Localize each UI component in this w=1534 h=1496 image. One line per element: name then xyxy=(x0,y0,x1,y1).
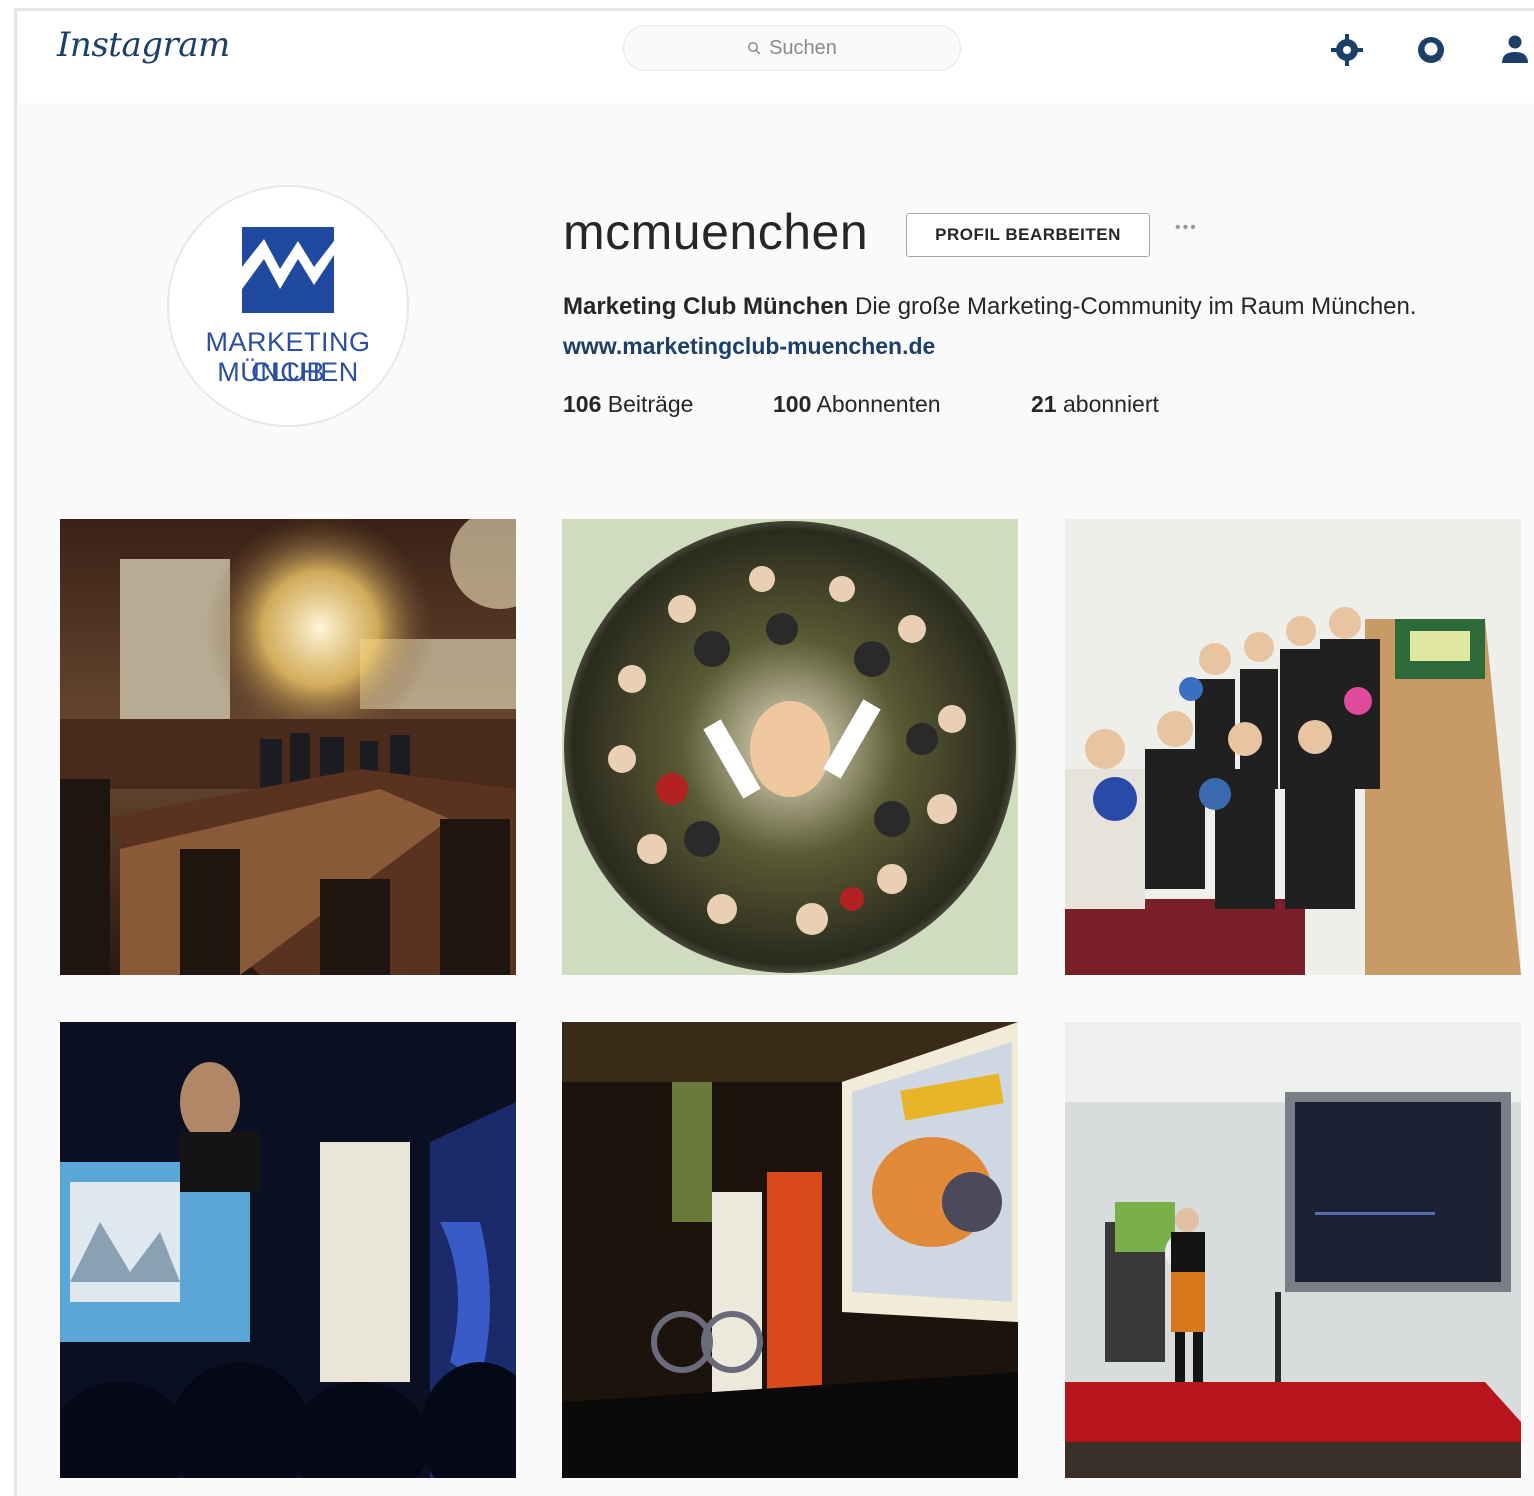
edit-profile-button[interactable]: PROFIL BEARBEITEN xyxy=(906,213,1150,257)
profile-bio: Marketing Club München Die große Marketi… xyxy=(563,293,1417,321)
post-ready-presentation[interactable] xyxy=(562,1022,1018,1478)
avatar-logo-text-line2: MÜNCHEN xyxy=(217,357,359,387)
stage-speaker-photo xyxy=(60,1022,516,1478)
profile-icon[interactable] xyxy=(1496,31,1534,69)
more-options-icon[interactable]: ••• xyxy=(1175,219,1198,237)
post-group-circle[interactable] xyxy=(562,519,1018,975)
bio-text: Die große Marketing-Community im Raum Mü… xyxy=(848,293,1417,320)
stat-posts: 106 Beiträge xyxy=(563,391,773,418)
stat-posts-label: Beiträge xyxy=(607,391,694,417)
heart-icon[interactable] xyxy=(1412,31,1450,69)
nav-icons xyxy=(1328,31,1534,69)
bowling-photo xyxy=(1065,519,1521,975)
post-stage-speaker[interactable] xyxy=(60,1022,516,1478)
explore-icon[interactable] xyxy=(1328,31,1366,69)
stat-following[interactable]: 21 abonniert xyxy=(1031,391,1159,418)
town-hall-photo xyxy=(60,519,516,975)
ready-presentation-photo xyxy=(562,1022,1018,1478)
post-bowling[interactable] xyxy=(1065,519,1521,975)
search-placeholder: Suchen xyxy=(769,36,837,59)
post-red-stage[interactable] xyxy=(1065,1022,1521,1478)
top-nav-bar: Instagram Suchen xyxy=(17,11,1534,103)
stat-following-label: abonniert xyxy=(1062,391,1159,417)
profile-avatar[interactable]: MARKETING CLUB MÜNCHEN xyxy=(167,185,409,427)
search-icon xyxy=(748,42,761,55)
stat-followers-label: Abonnenten xyxy=(816,391,941,417)
profile-stats: 106 Beiträge 100 Abonnenten 21 abonniert xyxy=(563,391,1159,418)
group-circle-photo xyxy=(562,519,1018,975)
marketing-club-logo-mark xyxy=(242,227,334,313)
red-stage-photo xyxy=(1065,1022,1521,1478)
app-window: Instagram Suchen MARKETING CLUB MÜNCHEN … xyxy=(14,8,1534,1496)
stat-following-count: 21 xyxy=(1031,391,1057,417)
bio-full-name: Marketing Club München xyxy=(563,293,849,320)
post-town-hall[interactable] xyxy=(60,519,516,975)
stat-followers-count: 100 xyxy=(773,391,812,417)
profile-username: mcmuenchen xyxy=(563,204,869,260)
search-input[interactable]: Suchen xyxy=(623,25,961,71)
instagram-logo[interactable]: Instagram xyxy=(57,25,230,65)
stat-posts-count: 106 xyxy=(563,391,602,417)
stat-followers[interactable]: 100 Abonnenten xyxy=(773,391,1031,418)
profile-website-link[interactable]: www.marketingclub-muenchen.de xyxy=(563,333,935,360)
